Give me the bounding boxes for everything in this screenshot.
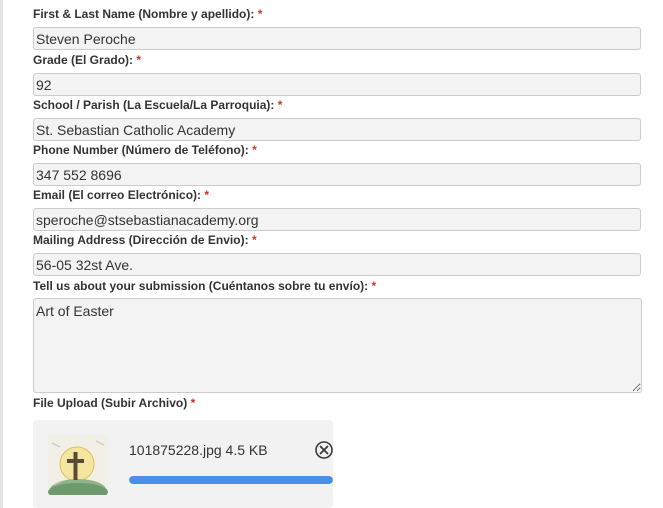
easter-drawing-thumbnail <box>48 435 108 501</box>
file-size: 4.5 KB <box>225 442 268 458</box>
required-marker: * <box>204 188 210 202</box>
grade-field[interactable] <box>33 73 641 96</box>
email-label: Email (El correo Electrónico): * <box>33 188 210 202</box>
address-field[interactable] <box>33 253 641 276</box>
file-thumbnail <box>48 435 108 501</box>
address-label: Mailing Address (Dirección de Envio): * <box>33 233 257 247</box>
phone-field[interactable] <box>33 163 641 186</box>
submission-form: First & Last Name (Nombre y apellido): *… <box>0 0 663 508</box>
name-label: First & Last Name (Nombre y apellido): * <box>33 7 263 21</box>
required-marker: * <box>190 396 196 410</box>
file-name: 101875228.jpg <box>129 442 222 458</box>
school-field[interactable] <box>33 118 641 141</box>
required-marker: * <box>251 233 257 247</box>
school-label: School / Parish (La Escuela/La Parroquia… <box>33 98 283 112</box>
required-marker: * <box>277 98 283 112</box>
submission-label: Tell us about your submission (Cuéntanos… <box>33 279 377 293</box>
remove-file-button[interactable] <box>314 440 334 460</box>
email-field[interactable] <box>33 208 641 231</box>
required-marker: * <box>371 279 377 293</box>
file-info: 101875228.jpg 4.5 KB <box>129 441 268 459</box>
upload-progress-fill <box>129 476 333 484</box>
file-upload-label: File Upload (Subir Archivo) * <box>33 396 196 410</box>
required-marker: * <box>257 7 263 21</box>
name-field[interactable] <box>33 27 641 50</box>
upload-progress-bar <box>129 476 333 484</box>
remove-circle-icon <box>315 441 333 459</box>
required-marker: * <box>136 53 142 67</box>
grade-label: Grade (El Grado): * <box>33 53 142 67</box>
uploaded-file-card: 101875228.jpg 4.5 KB <box>33 420 333 508</box>
phone-label: Phone Number (Número de Teléfono): * <box>33 143 257 157</box>
required-marker: * <box>252 143 257 157</box>
submission-textarea[interactable]: Art of Easter <box>33 298 642 393</box>
